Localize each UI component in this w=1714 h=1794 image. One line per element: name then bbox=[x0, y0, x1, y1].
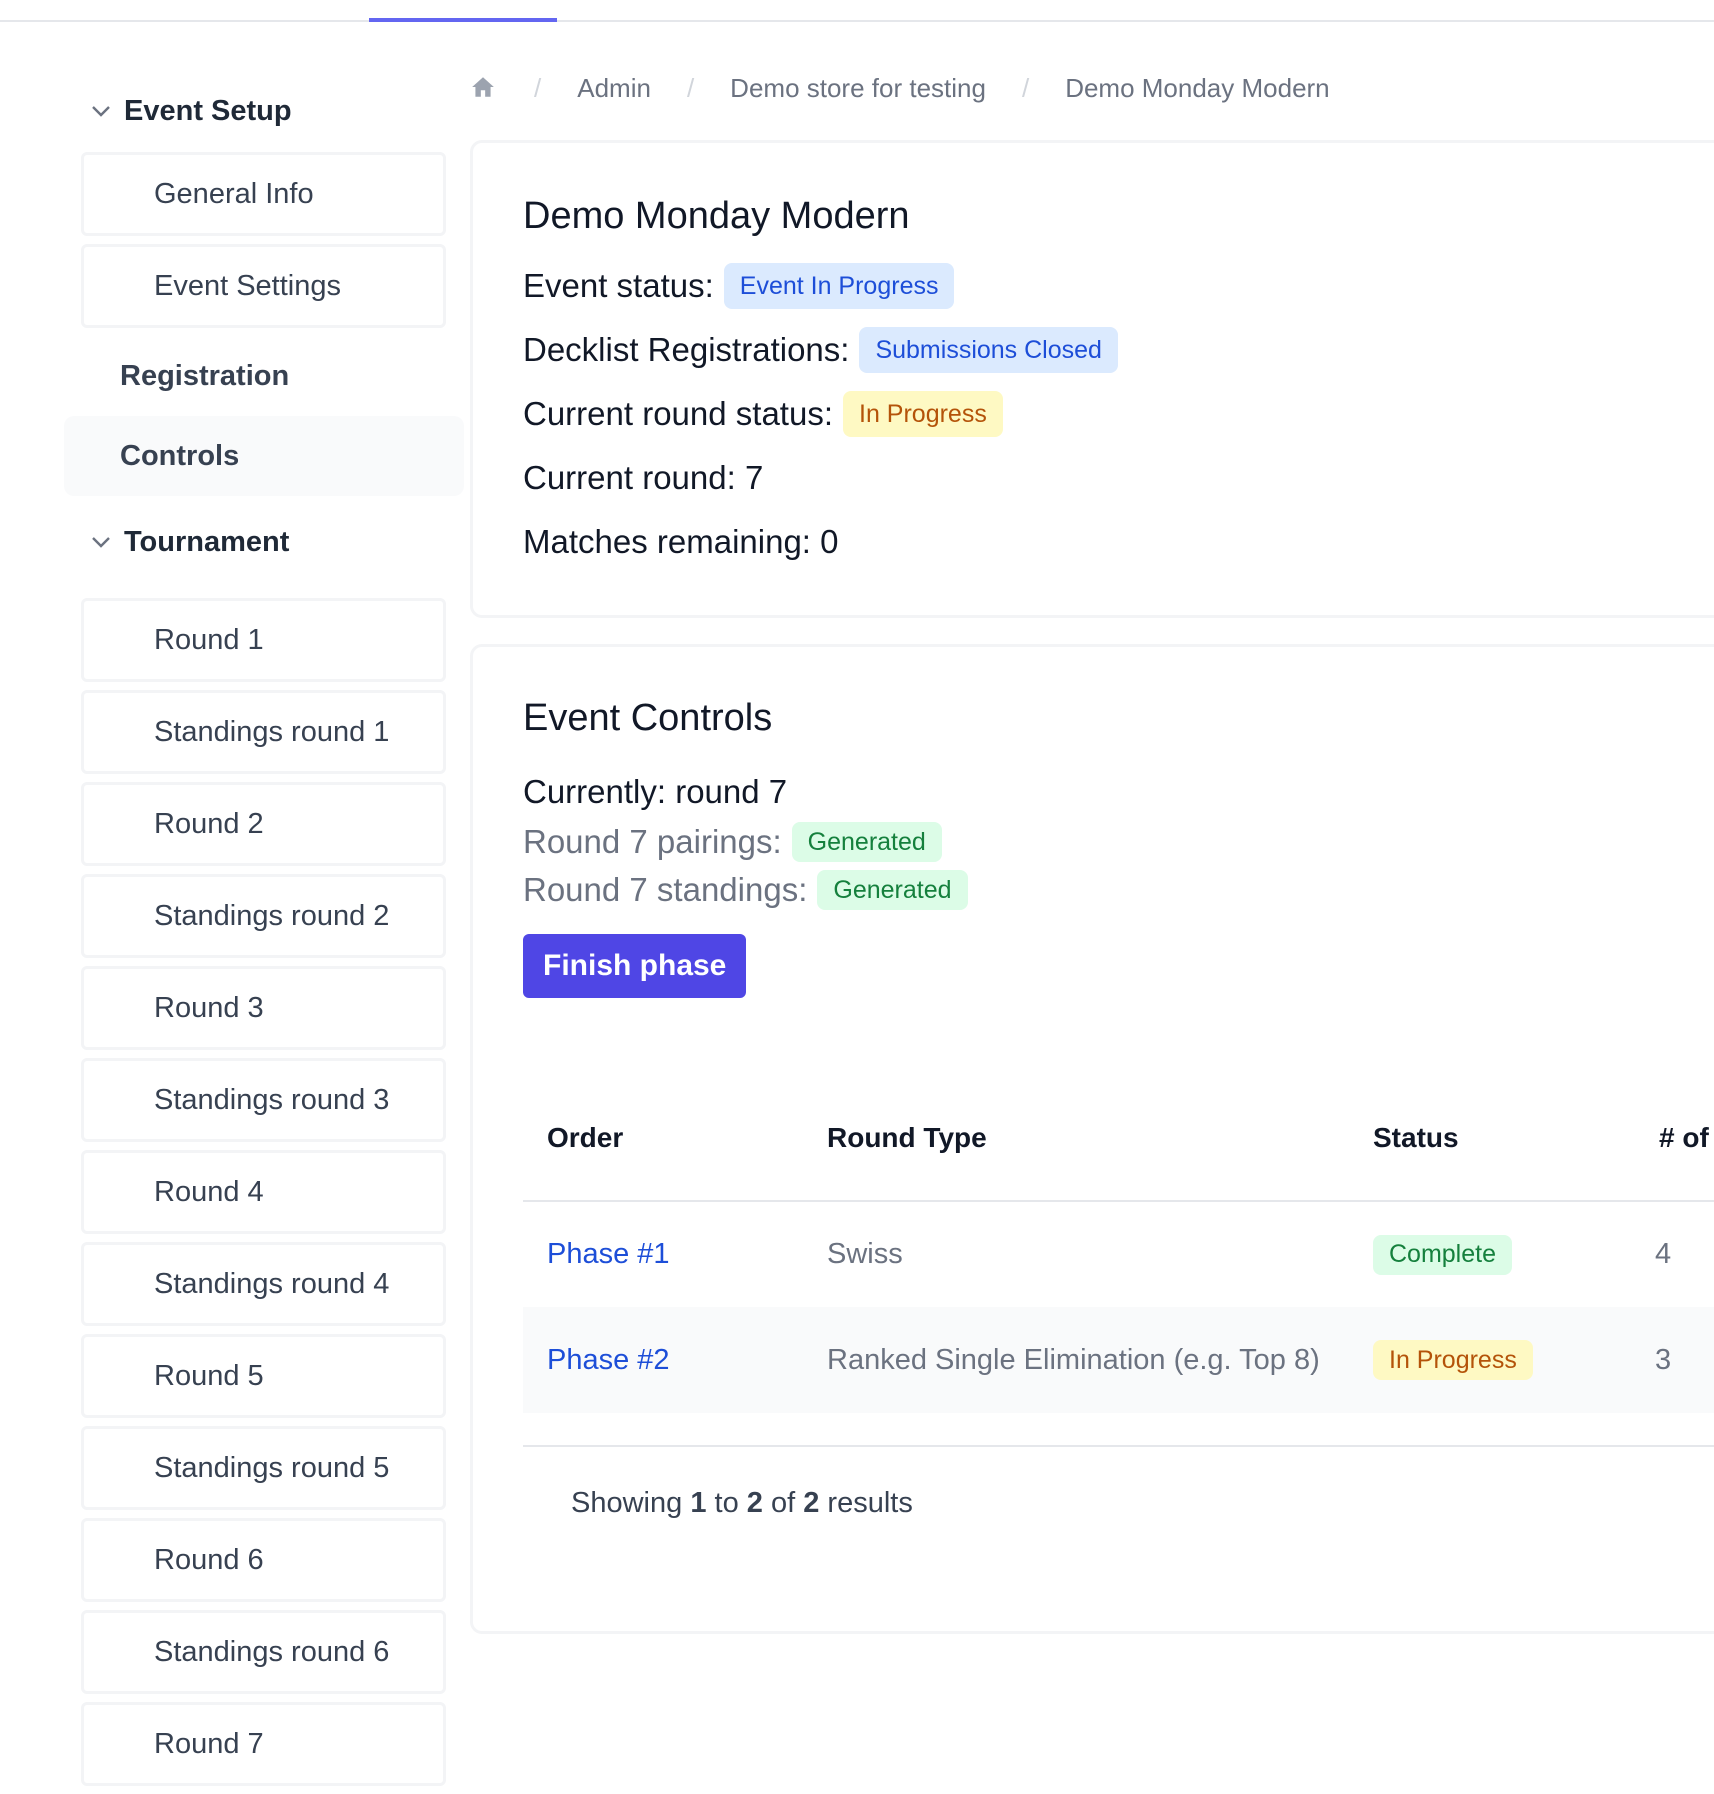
pagination-of-word: of bbox=[770, 1487, 796, 1519]
table-row: Phase #1 Swiss Complete 4 bbox=[523, 1201, 1714, 1307]
sidebar-item-standings-round-1[interactable]: Standings round 1 bbox=[81, 690, 446, 774]
breadcrumb-separator: / bbox=[686, 72, 695, 103]
phases-table: Order Round Type Status # of Phase #1 Sw… bbox=[523, 1075, 1714, 1413]
event-status-row: Event status: Event In Progress bbox=[523, 254, 1118, 318]
sidebar: Event Setup General Info Event Settings … bbox=[64, 80, 464, 1794]
phases-table-wrapper: Order Round Type Status # of Phase #1 Sw… bbox=[523, 1075, 1714, 1520]
finish-phase-button[interactable]: Finish phase bbox=[523, 934, 747, 998]
col-order[interactable]: Order bbox=[523, 1075, 803, 1202]
sidebar-item-general-info[interactable]: General Info bbox=[81, 152, 446, 236]
round-status-badge: In Progress bbox=[843, 391, 1003, 437]
sidebar-item-round-7[interactable]: Round 7 bbox=[81, 1702, 446, 1786]
sidebar-section-label: Tournament bbox=[124, 525, 290, 558]
status-cell: In Progress bbox=[1349, 1307, 1635, 1413]
breadcrumb: / Admin / Demo store for testing / Demo … bbox=[470, 68, 1330, 108]
decklist-row: Decklist Registrations: Submissions Clos… bbox=[523, 318, 1118, 382]
pairings-row: Round 7 pairings: Generated bbox=[523, 818, 968, 866]
top-nav-bar bbox=[0, 0, 1714, 22]
round-type-cell: Ranked Single Elimination (e.g. Top 8) bbox=[803, 1307, 1349, 1413]
status-badge: Complete bbox=[1373, 1234, 1512, 1275]
event-status-badge: Event In Progress bbox=[723, 263, 955, 309]
active-tab-indicator bbox=[369, 18, 557, 22]
chevron-down-icon bbox=[88, 529, 114, 555]
col-status[interactable]: Status bbox=[1349, 1075, 1635, 1202]
pairings-badge: Generated bbox=[791, 822, 942, 862]
pagination-to: 2 bbox=[746, 1487, 763, 1519]
sidebar-item-standings-round-2[interactable]: Standings round 2 bbox=[81, 874, 446, 958]
status-badge: In Progress bbox=[1373, 1340, 1533, 1380]
sidebar-item-round-1[interactable]: Round 1 bbox=[81, 598, 446, 682]
round-type-cell: Swiss bbox=[827, 1238, 903, 1270]
event-controls-title: Event Controls bbox=[523, 697, 773, 739]
sidebar-item-round-4[interactable]: Round 4 bbox=[81, 1150, 446, 1234]
pagination-summary: Showing 1 to 2 of 2 results bbox=[523, 1447, 1714, 1520]
round-status-row: Current round status: In Progress bbox=[523, 382, 1118, 446]
matches-remaining-text: Matches remaining: 0 bbox=[523, 523, 839, 560]
sidebar-item-event-settings[interactable]: Event Settings bbox=[81, 244, 446, 328]
sidebar-section-event-setup[interactable]: Event Setup bbox=[64, 80, 464, 142]
decklist-label: Decklist Registrations: bbox=[523, 331, 850, 368]
pairings-label: Round 7 pairings: bbox=[523, 823, 782, 860]
sidebar-item-standings-round-4[interactable]: Standings round 4 bbox=[81, 1242, 446, 1326]
chevron-down-icon bbox=[88, 98, 114, 124]
pagination-to-word: to bbox=[714, 1487, 739, 1519]
sidebar-item-controls[interactable]: Controls bbox=[64, 416, 464, 496]
event-controls-card: Event Controls Currently: round 7 Round … bbox=[470, 644, 1714, 1634]
table-header-row: Order Round Type Status # of bbox=[523, 1075, 1714, 1202]
sidebar-item-round-2[interactable]: Round 2 bbox=[81, 782, 446, 866]
sidebar-item-standings-round-5[interactable]: Standings round 5 bbox=[81, 1426, 446, 1510]
event-status-label: Event status: bbox=[523, 267, 714, 304]
pagination-results: results bbox=[827, 1487, 913, 1519]
standings-label: Round 7 standings: bbox=[523, 871, 808, 908]
pagination-from: 1 bbox=[690, 1487, 707, 1519]
breadcrumb-event[interactable]: Demo Monday Modern bbox=[1065, 73, 1329, 104]
sidebar-section-label: Event Setup bbox=[124, 94, 292, 127]
round-status-label: Current round status: bbox=[523, 395, 833, 432]
breadcrumb-separator: / bbox=[534, 72, 542, 103]
status-cell: Complete bbox=[1349, 1201, 1635, 1307]
pagination-total: 2 bbox=[803, 1487, 820, 1519]
event-info-card: Demo Monday Modern Event status: Event I… bbox=[470, 140, 1714, 618]
sidebar-section-tournament[interactable]: Tournament bbox=[64, 496, 464, 588]
col-round-type[interactable]: Round Type bbox=[803, 1075, 1349, 1202]
sidebar-item-registration[interactable]: Registration bbox=[64, 336, 464, 416]
sidebar-item-round-3[interactable]: Round 3 bbox=[81, 966, 446, 1050]
col-count[interactable]: # of bbox=[1635, 1075, 1714, 1202]
count-cell: 4 bbox=[1655, 1238, 1672, 1270]
sidebar-item-standings-round-6[interactable]: Standings round 6 bbox=[81, 1610, 446, 1694]
currently-round-text: Currently: round 7 bbox=[523, 773, 788, 810]
sidebar-item-round-6[interactable]: Round 6 bbox=[81, 1518, 446, 1602]
home-icon[interactable] bbox=[470, 74, 498, 102]
decklist-status-badge: Submissions Closed bbox=[859, 327, 1118, 373]
standings-row: Round 7 standings: Generated bbox=[523, 866, 968, 914]
breadcrumb-admin[interactable]: Admin bbox=[577, 73, 651, 104]
standings-badge: Generated bbox=[817, 870, 968, 910]
table-row: Phase #2 Ranked Single Elimination (e.g.… bbox=[523, 1307, 1714, 1413]
phase-link[interactable]: Phase #1 bbox=[523, 1201, 803, 1307]
breadcrumb-separator: / bbox=[1021, 72, 1030, 103]
sidebar-item-round-5[interactable]: Round 5 bbox=[81, 1334, 446, 1418]
phase-link[interactable]: Phase #2 bbox=[523, 1307, 803, 1413]
breadcrumb-store[interactable]: Demo store for testing bbox=[730, 73, 986, 104]
pagination-showing: Showing bbox=[571, 1487, 683, 1519]
current-round-text: Current round: 7 bbox=[523, 459, 764, 496]
event-title: Demo Monday Modern bbox=[523, 195, 910, 237]
count-cell: 3 bbox=[1635, 1307, 1714, 1413]
sidebar-item-standings-round-3[interactable]: Standings round 3 bbox=[81, 1058, 446, 1142]
